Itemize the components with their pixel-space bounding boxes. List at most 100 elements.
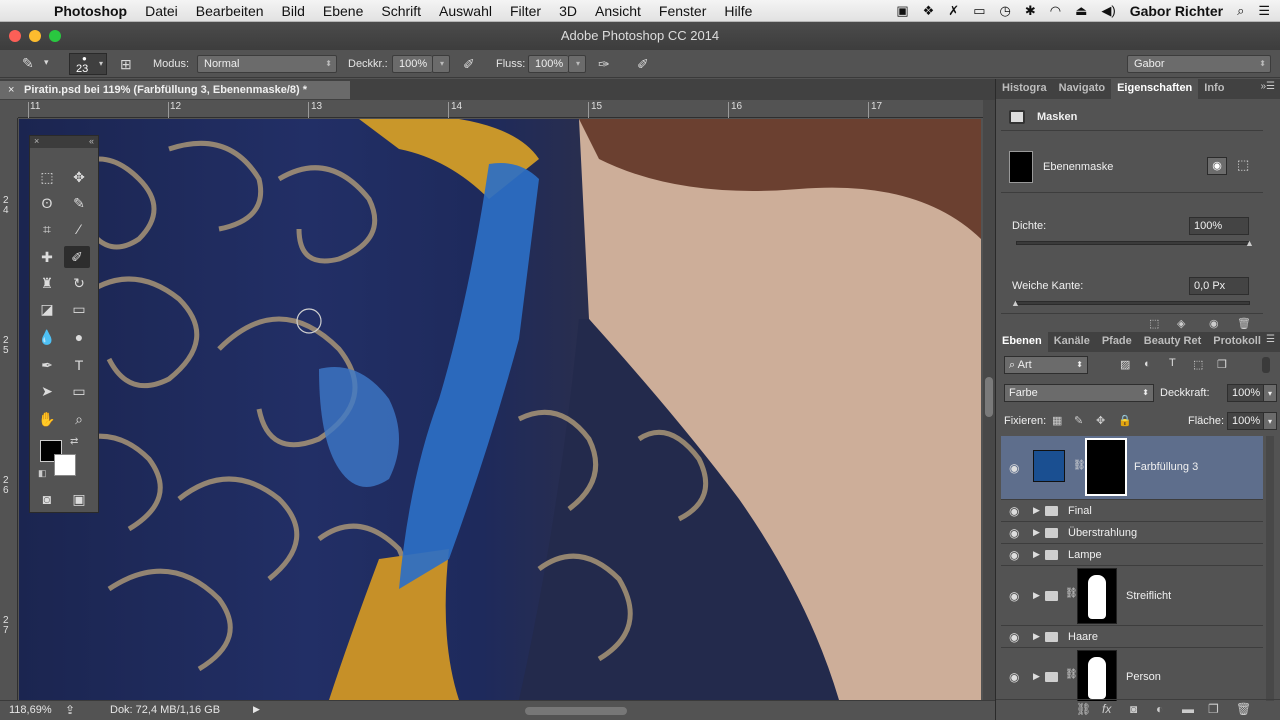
- dropbox-icon[interactable]: ❖: [923, 3, 935, 19]
- eye-icon[interactable]: ◉: [1009, 461, 1019, 475]
- document-canvas[interactable]: [19, 119, 981, 700]
- layer-row-final[interactable]: ◉ ▶ Final: [1001, 500, 1263, 522]
- menu-auswahl[interactable]: Auswahl: [439, 3, 492, 19]
- tab-layers[interactable]: Ebenen: [996, 332, 1048, 352]
- expand-triangle-icon[interactable]: ▶: [1033, 631, 1040, 642]
- shape-tool-icon[interactable]: ▭: [66, 380, 92, 402]
- weiche-kante-slider[interactable]: [1016, 301, 1250, 305]
- apply-mask-icon[interactable]: ◈: [1177, 317, 1185, 330]
- slider-handle-icon[interactable]: ▲: [1245, 238, 1254, 248]
- search-icon[interactable]: ⌕: [1237, 3, 1244, 19]
- menu-datei[interactable]: Datei: [145, 3, 178, 19]
- layer-row-lampe[interactable]: ◉ ▶ Lampe: [1001, 544, 1263, 566]
- expand-triangle-icon[interactable]: ▶: [1033, 527, 1040, 538]
- screen-icon[interactable]: ▣: [896, 3, 908, 19]
- horizontal-ruler[interactable]: 11 12 13 14 15 16 17: [18, 100, 983, 118]
- airplay-icon[interactable]: ▭: [973, 3, 985, 19]
- lock-all-icon[interactable]: 🔒: [1118, 414, 1132, 427]
- brush-preset-picker[interactable]: ● 23 ▾: [69, 53, 107, 75]
- tab-beauty-retouch[interactable]: Beauty Ret: [1138, 332, 1207, 352]
- deckkraft-dropdown[interactable]: ▾: [432, 55, 450, 73]
- zoom-tool-icon[interactable]: ⌕: [66, 408, 92, 430]
- menu-fenster[interactable]: Fenster: [659, 3, 706, 19]
- brush-tool-icon[interactable]: ✎: [22, 55, 34, 72]
- healing-brush-icon[interactable]: ✚: [34, 246, 60, 268]
- marquee-tool-icon[interactable]: ⬚: [34, 166, 60, 188]
- layer-opacity-input[interactable]: 100%: [1227, 384, 1263, 402]
- vertical-scrollbar[interactable]: [983, 100, 995, 700]
- expand-triangle-icon[interactable]: ▶: [1033, 590, 1040, 601]
- fluss-input[interactable]: 100%: [528, 55, 568, 73]
- eject-icon[interactable]: ⏏: [1075, 3, 1087, 19]
- menu-filter[interactable]: Filter: [510, 3, 541, 19]
- tab-histogram[interactable]: Histogra: [996, 79, 1053, 99]
- close-window-button[interactable]: [9, 30, 21, 42]
- fx-icon[interactable]: fx: [1102, 702, 1111, 716]
- brush-panel-icon[interactable]: ⊞: [120, 56, 132, 73]
- filter-type-icon[interactable]: T: [1169, 357, 1176, 369]
- filter-adjustment-icon[interactable]: ◐: [1144, 358, 1151, 370]
- panel-menu-icon[interactable]: »☰: [1260, 81, 1275, 92]
- quick-select-icon[interactable]: ✎: [66, 192, 92, 214]
- menu-3d[interactable]: 3D: [559, 3, 577, 19]
- dichte-slider[interactable]: [1016, 241, 1250, 245]
- load-selection-icon[interactable]: ⬚: [1149, 317, 1159, 330]
- default-colors-icon[interactable]: ◧: [38, 468, 47, 479]
- link-icon[interactable]: ⛓: [1073, 460, 1086, 471]
- link-layers-icon[interactable]: ⛓: [1076, 702, 1091, 716]
- export-icon[interactable]: ⇪: [65, 703, 75, 717]
- panel-menu-icon[interactable]: ☰: [1266, 334, 1275, 345]
- add-mask-icon[interactable]: ◙: [1130, 702, 1137, 716]
- stamp-tool-icon[interactable]: ♜: [34, 272, 60, 294]
- tab-channels[interactable]: Kanäle: [1048, 332, 1096, 352]
- expand-triangle-icon[interactable]: ▶: [1033, 671, 1040, 682]
- close-icon[interactable]: ×: [34, 136, 39, 146]
- filter-smart-object-icon[interactable]: ❐: [1217, 358, 1227, 371]
- dichte-input[interactable]: 100%: [1189, 217, 1249, 235]
- fill-input[interactable]: 100%: [1227, 412, 1263, 430]
- list-icon[interactable]: ☰: [1258, 3, 1270, 19]
- fill-dropdown[interactable]: ▾: [1263, 412, 1277, 430]
- eye-icon[interactable]: ◉: [1009, 630, 1019, 644]
- document-tab[interactable]: × Piratin.psd bei 119% (Farbfüllung 3, E…: [0, 81, 350, 99]
- quick-mask-icon[interactable]: ◙: [34, 488, 60, 510]
- new-group-icon[interactable]: ▬: [1182, 702, 1194, 716]
- layer-mask-thumbnail[interactable]: [1077, 650, 1117, 701]
- lock-position-icon[interactable]: ✥: [1096, 414, 1105, 427]
- pressure-size-icon[interactable]: ✐: [637, 56, 649, 73]
- fluss-dropdown[interactable]: ▾: [568, 55, 586, 73]
- airbrush-icon[interactable]: ✑: [598, 56, 610, 73]
- history-brush-icon[interactable]: ↻: [66, 272, 92, 294]
- chevron-down-icon[interactable]: ▾: [44, 57, 49, 68]
- tab-info[interactable]: Info: [1198, 79, 1230, 99]
- blend-mode-select[interactable]: Farbe ⬍: [1004, 384, 1154, 402]
- status-menu-arrow-icon[interactable]: ▶: [253, 704, 260, 715]
- layer-row-ueberstrahlung[interactable]: ◉ ▶ Überstrahlung: [1001, 522, 1263, 544]
- blur-icon[interactable]: 💧: [34, 326, 60, 348]
- menu-bearbeiten[interactable]: Bearbeiten: [196, 3, 264, 19]
- menu-ebene[interactable]: Ebene: [323, 3, 363, 19]
- wifi-icon[interactable]: ◠: [1050, 3, 1061, 19]
- expand-triangle-icon[interactable]: ▶: [1033, 505, 1040, 516]
- lasso-tool-icon[interactable]: ʘ: [34, 192, 60, 214]
- link-icon[interactable]: ⛓: [1065, 588, 1078, 599]
- new-layer-icon[interactable]: ❐: [1208, 702, 1219, 716]
- type-tool-icon[interactable]: T: [66, 354, 92, 376]
- background-color-swatch[interactable]: [54, 454, 76, 476]
- bluetooth-icon[interactable]: ✱: [1025, 3, 1036, 19]
- gradient-icon[interactable]: ▭: [66, 298, 92, 320]
- move-tool-icon[interactable]: ✥: [66, 166, 92, 188]
- modus-select[interactable]: Normal ⬍: [197, 55, 337, 73]
- brush-tool-icon[interactable]: ✐: [64, 246, 90, 268]
- layer-mask-thumbnail[interactable]: [1085, 438, 1127, 496]
- expand-triangle-icon[interactable]: ▶: [1033, 549, 1040, 560]
- lock-pixels-icon[interactable]: ✎: [1074, 414, 1083, 427]
- volume-icon[interactable]: ◀): [1101, 3, 1115, 19]
- eye-icon[interactable]: ◉: [1009, 548, 1019, 562]
- tools-panel-header[interactable]: × «: [30, 136, 98, 148]
- zoom-window-button[interactable]: [49, 30, 61, 42]
- pen-tool-icon[interactable]: ✒: [34, 354, 60, 376]
- zoom-level[interactable]: 118,69%: [9, 704, 52, 716]
- layer-row-farbfuellung-3[interactable]: ◉ ⛓ Farbfüllung 3: [1001, 436, 1263, 500]
- tab-paths[interactable]: Pfade: [1096, 332, 1138, 352]
